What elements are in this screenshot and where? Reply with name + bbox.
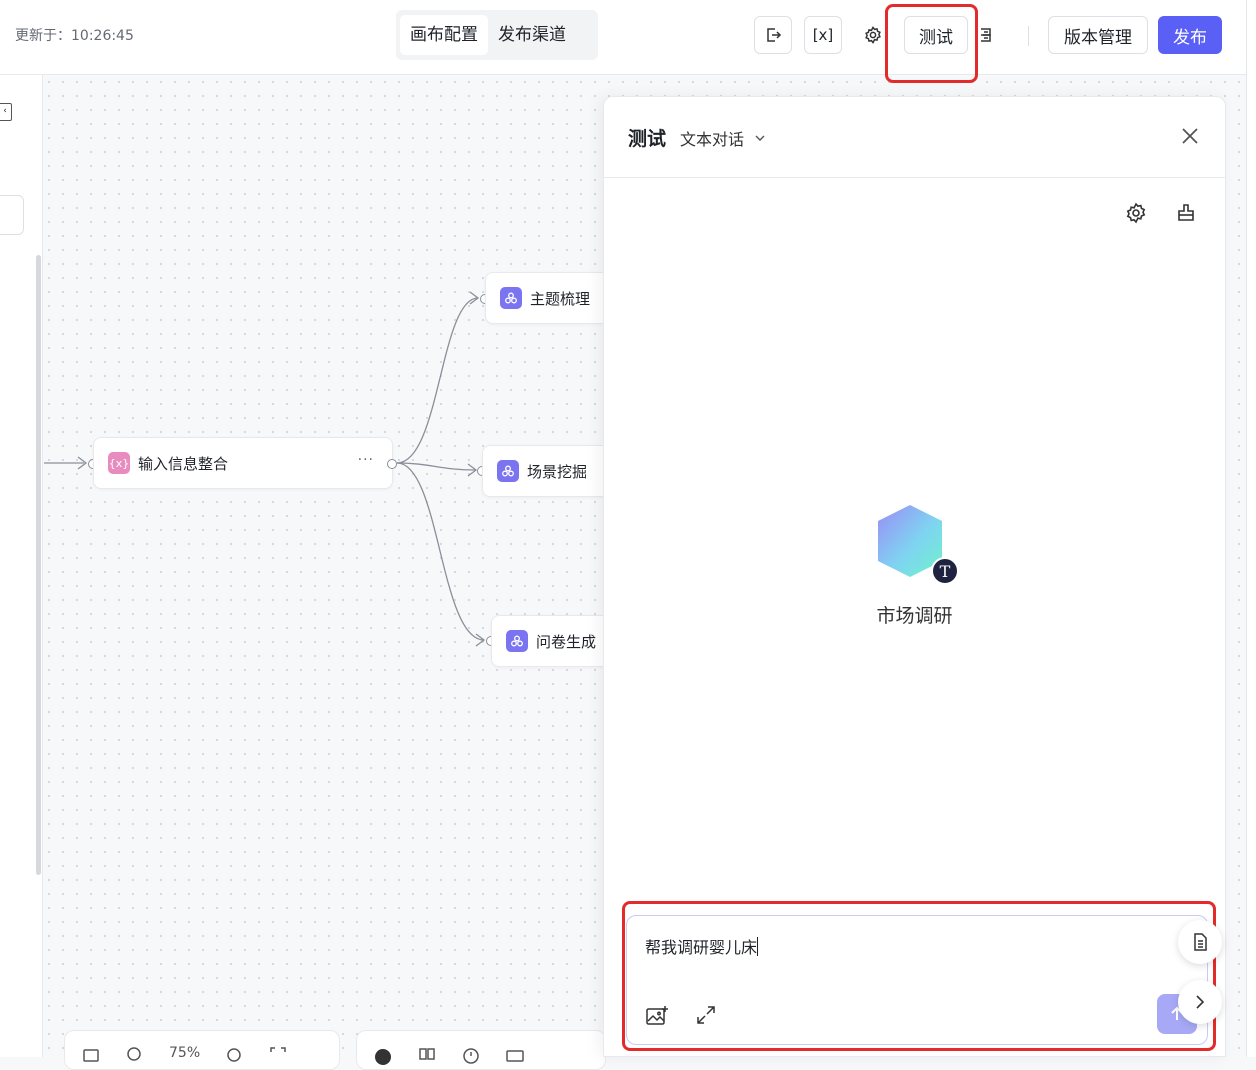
chat-input-box[interactable]: 帮我调研婴儿床 xyxy=(626,915,1208,1045)
document-float-button[interactable] xyxy=(1178,920,1222,964)
tab-publish-channel[interactable]: 发布渠道 xyxy=(488,15,576,55)
zoom-in-icon[interactable] xyxy=(224,1045,244,1065)
settings-button[interactable] xyxy=(854,16,892,54)
chat-input[interactable]: 帮我调研婴儿床 xyxy=(645,934,759,958)
export-icon xyxy=(767,28,782,42)
chat-input-value: 帮我调研婴儿床 xyxy=(645,938,758,957)
agent-name: 市场调研 xyxy=(876,605,953,627)
node-label: 场景挖掘 xyxy=(527,462,588,481)
left-panel-strip: ‹ xyxy=(0,75,43,1057)
document-icon xyxy=(1194,933,1207,951)
panel-header: 测试 文本对话 xyxy=(604,97,1225,178)
layout-icon[interactable] xyxy=(417,1045,437,1065)
node-input-integration[interactable]: {x} 输入信息整合 ··· xyxy=(93,437,393,489)
fit-view-icon[interactable] xyxy=(268,1045,288,1065)
next-float-button[interactable] xyxy=(1178,980,1222,1024)
keyboard-icon[interactable] xyxy=(505,1045,525,1065)
avatar-badge-text: T xyxy=(940,562,951,581)
agent-avatar: T xyxy=(878,505,959,585)
llm-node-icon xyxy=(506,630,528,652)
version-management-button[interactable]: 版本管理 xyxy=(1048,16,1148,54)
minimap-icon[interactable] xyxy=(81,1045,101,1065)
pointer-icon[interactable] xyxy=(373,1045,393,1065)
clear-brush-icon[interactable] xyxy=(1174,201,1198,225)
divider xyxy=(1028,26,1029,46)
canvas-toolbar xyxy=(356,1030,606,1070)
node-label: 输入信息整合 xyxy=(138,454,229,473)
variable-node-icon: {x} xyxy=(108,452,130,474)
gear-icon[interactable] xyxy=(1124,201,1148,225)
close-icon[interactable] xyxy=(1179,125,1201,147)
gear-icon xyxy=(865,26,881,44)
tab-canvas-config[interactable]: 画布配置 xyxy=(400,15,488,55)
history-icon[interactable] xyxy=(461,1045,481,1065)
node-questionnaire-generation[interactable]: 问卷生成 xyxy=(491,615,621,667)
last-updated-text: 更新于：10:26:45 xyxy=(15,28,134,44)
image-upload-icon[interactable] xyxy=(645,1004,669,1028)
chevron-right-icon xyxy=(1196,995,1205,1009)
chevron-down-icon xyxy=(755,135,765,141)
node-label: 主题梳理 xyxy=(530,289,591,308)
node-scene-mining[interactable]: 场景挖掘 xyxy=(482,445,612,497)
mode-tabs: 画布配置 发布渠道 xyxy=(396,10,598,60)
variables-icon: [x] xyxy=(812,26,834,44)
log-icon xyxy=(981,28,991,42)
log-button[interactable] xyxy=(970,16,1000,54)
zoom-level: 75% xyxy=(169,1045,201,1061)
node-output-port[interactable] xyxy=(387,459,397,469)
top-bar: 更新于：10:26:45 画布配置 发布渠道 [x] 测试 版本管理 发布 xyxy=(0,0,1246,75)
collapse-panel-icon[interactable]: ‹ xyxy=(0,103,12,121)
more-icon[interactable]: ··· xyxy=(358,452,374,468)
expand-icon[interactable] xyxy=(695,1004,717,1026)
llm-node-icon xyxy=(500,287,522,309)
variables-button[interactable]: [x] xyxy=(804,16,842,54)
publish-button[interactable]: 发布 xyxy=(1158,16,1222,54)
zoom-out-icon[interactable] xyxy=(125,1045,145,1065)
zoom-toolbar: 75% xyxy=(64,1030,340,1070)
conversation-mode-select[interactable]: 文本对话 xyxy=(680,126,766,150)
left-panel-box[interactable] xyxy=(0,195,24,235)
conversation-mode-value: 文本对话 xyxy=(680,130,745,149)
text-caret xyxy=(757,937,759,956)
llm-node-icon xyxy=(497,460,519,482)
test-button[interactable]: 测试 xyxy=(904,16,968,54)
window-right-edge xyxy=(1246,0,1256,1057)
test-panel: 测试 文本对话 T 市场调研 帮我调研婴儿床 xyxy=(603,96,1226,1057)
export-button[interactable] xyxy=(754,16,792,54)
node-label: 问卷生成 xyxy=(536,632,597,651)
node-topic-sorting[interactable]: 主题梳理 xyxy=(485,272,615,324)
left-scrollbar[interactable] xyxy=(36,255,41,875)
panel-title: 测试 xyxy=(628,128,667,150)
